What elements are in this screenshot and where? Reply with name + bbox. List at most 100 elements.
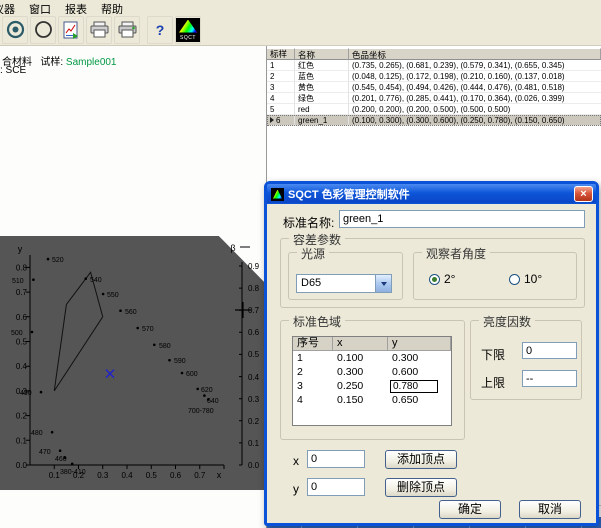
x-axis-title: x [217,470,222,480]
svg-text:0.0: 0.0 [248,461,260,470]
row-id: 5 [267,104,295,115]
svg-text:0.6: 0.6 [170,471,182,480]
help-button[interactable]: ? [147,16,173,44]
gamut-vertex-table[interactable]: 序号 x y 1 0.100 0.300 2 0.300 0.600 3 0.2… [292,336,452,426]
svg-text:0.5: 0.5 [16,338,28,347]
left-pane: 合材料 试样: Sample001 : SCE [0,46,266,528]
svg-text:0.6: 0.6 [16,313,28,322]
radio-icon [429,274,440,285]
row-coords: (0.201, 0.776), (0.285, 0.441), (0.170, … [349,93,601,104]
close-button[interactable]: × [574,186,593,202]
svg-text:460: 460 [55,456,67,463]
gamut-cell: 0.150 [333,393,388,407]
table-row[interactable]: 5 red (0.200, 0.200), (0.200, 0.500), (0… [267,104,601,115]
table-row[interactable]: 3 黄色 (0.545, 0.454), (0.494, 0.426), (0.… [267,82,601,93]
row-id: 6 [267,115,295,126]
row-id: 4 [267,93,295,104]
ok-button[interactable]: 确定 [439,500,501,519]
toolbar: ? SQCT [0,14,601,46]
standard-gamut-label: 标准色域 [289,313,345,330]
y-axis-title: y [18,244,23,254]
sqct-logo-icon: SQCT [176,18,200,42]
gamut-y-edit-input[interactable] [390,380,438,393]
row-id: 1 [267,60,295,71]
rainbow-graphic [179,20,197,33]
gamut-header-x: x [333,337,388,351]
x-input[interactable] [307,450,365,468]
row-id: 2 [267,71,295,82]
svg-text:0.1: 0.1 [16,436,28,445]
report-button[interactable] [58,16,84,44]
svg-text:520: 520 [52,257,64,264]
svg-text:0.3: 0.3 [97,471,109,480]
upper-limit-input[interactable] [522,370,577,387]
standards-table-header: 标样 名称 色品坐标 [267,48,601,60]
gamut-cell: 0.300 [333,365,388,379]
radio-icon [509,274,520,285]
delete-vertex-button[interactable]: 删除顶点 [385,478,457,497]
add-vertex-button[interactable]: 添加顶点 [385,450,457,469]
target-icon [6,20,25,39]
print-export-button[interactable] [114,16,140,44]
standards-table: 标样 名称 色品坐标 1 红色 (0.735, 0.265), (0.681, … [267,48,601,126]
print-button[interactable] [86,16,112,44]
row-name: 黄色 [295,82,349,93]
gamut-cell: 0.650 [388,393,451,407]
svg-text:0.5: 0.5 [146,471,158,480]
table-row-selected[interactable]: 6 green_1 (0.100, 0.300), (0.300, 0.600)… [267,115,601,126]
menu-bar: 仪器窗口报表帮助 [0,0,601,14]
chevron-down-icon[interactable] [375,275,391,292]
svg-text:0.8: 0.8 [16,263,28,272]
svg-text:0.9: 0.9 [248,262,260,271]
table-row[interactable]: 4 绿色 (0.201, 0.776), (0.285, 0.441), (0.… [267,93,601,104]
gamut-cell: 0.250 [333,379,388,393]
row-name: 红色 [295,60,349,71]
radio-observer-2deg[interactable]: 2° [429,272,455,286]
svg-text:0.8: 0.8 [248,284,260,293]
light-source-combobox[interactable]: D65 [296,274,392,293]
current-row-marker-icon [270,117,274,123]
row-coords: (0.545, 0.454), (0.494, 0.426), (0.444, … [349,82,601,93]
svg-text:0.2: 0.2 [248,417,260,426]
print-export-icon [118,21,137,38]
dialog-title: SQCT 色彩管理控制软件 [288,186,410,202]
svg-text:0.1: 0.1 [248,439,260,448]
row-coords: (0.048, 0.125), (0.172, 0.198), (0.210, … [349,71,601,82]
gamut-cell: 0.600 [388,365,451,379]
gamut-cell: 3 [293,379,333,393]
svg-text:0.3: 0.3 [248,395,260,404]
y-input-label: y [293,482,299,496]
dialog-title-bar[interactable]: SQCT 色彩管理控制软件 [267,184,596,204]
x-input-label: x [293,454,299,468]
row-id: 3 [267,82,295,93]
cancel-button[interactable]: 取消 [519,500,581,519]
row-name: 蓝色 [295,71,349,82]
gamut-row[interactable]: 1 0.100 0.300 [293,351,451,365]
y-tick-labels: 0.0 0.1 0.2 0.3 0.4 0.5 0.6 0.7 0.8 [16,263,28,470]
svg-text:620: 620 [201,387,213,394]
circle-icon [34,20,53,39]
lower-limit-input[interactable] [522,342,577,359]
row-coords: (0.200, 0.200), (0.200, 0.500), (0.500, … [349,104,601,115]
svg-text:0.4: 0.4 [16,362,28,371]
gamut-row-editing[interactable]: 3 0.250 [293,379,451,393]
radio-observer-10deg[interactable]: 10° [509,272,542,286]
standard-name-input[interactable] [339,210,585,228]
svg-text:0.7: 0.7 [16,288,28,297]
gamut-row[interactable]: 4 0.150 0.650 [293,393,451,407]
help-icon: ? [156,22,165,38]
sqct-logo-button[interactable]: SQCT [175,16,201,44]
svg-text:600: 600 [186,371,198,378]
table-row[interactable]: 2 蓝色 (0.048, 0.125), (0.172, 0.198), (0.… [267,71,601,82]
header-coords: 色品坐标 [349,48,601,60]
target-button[interactable] [2,16,28,44]
gamut-row[interactable]: 2 0.300 0.600 [293,365,451,379]
gamut-cell: 4 [293,393,333,407]
row-name: green_1 [295,115,349,126]
beta-axis-title: β [230,243,235,253]
svg-text:0.4: 0.4 [248,373,260,382]
table-row[interactable]: 1 红色 (0.735, 0.265), (0.681, 0.239), (0.… [267,60,601,71]
svg-text:550: 550 [107,292,119,299]
y-input[interactable] [307,478,365,496]
circle-button[interactable] [30,16,56,44]
